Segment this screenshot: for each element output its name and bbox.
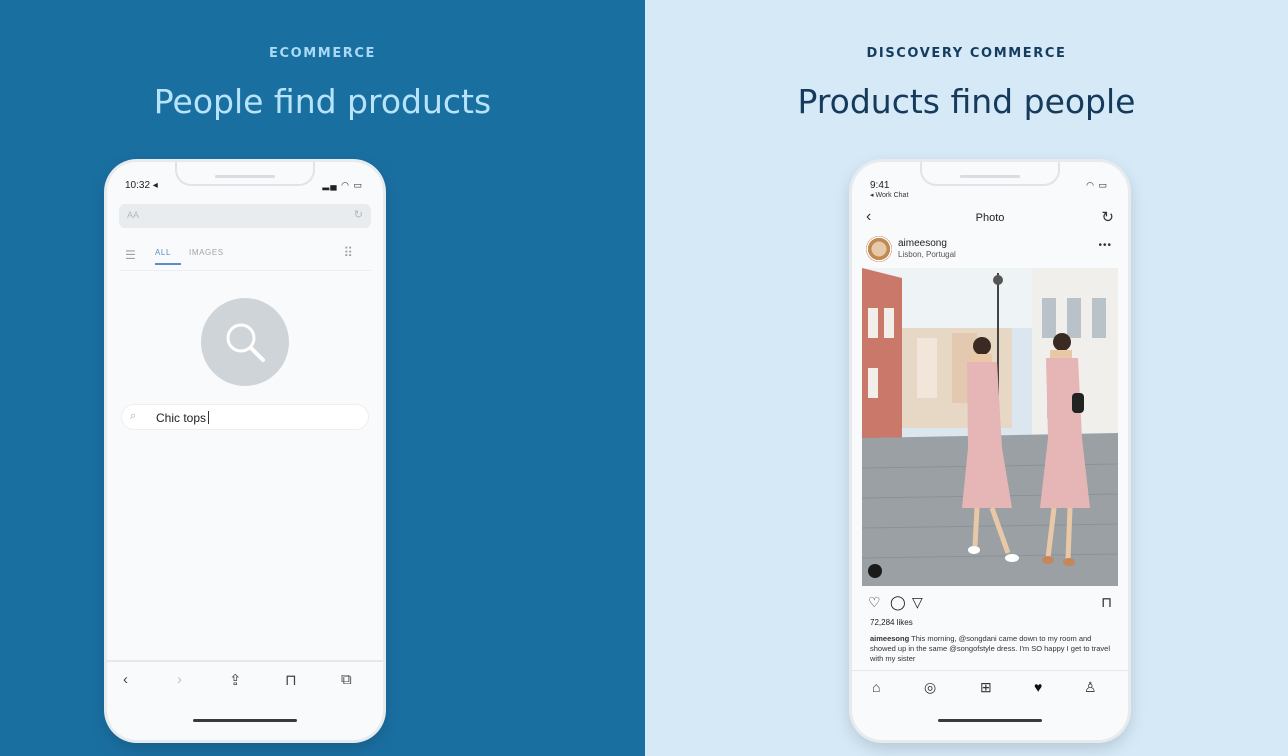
ecommerce-headline: People find products bbox=[153, 82, 492, 121]
caption-username[interactable]: aimeesong bbox=[870, 634, 909, 643]
post-location[interactable]: Lisbon, Portugal bbox=[898, 250, 956, 259]
tab-images[interactable]: IMAGES bbox=[189, 248, 224, 257]
share-icon[interactable]: ⇪ bbox=[229, 671, 242, 689]
shopping-tag-icon[interactable] bbox=[868, 564, 882, 578]
apps-grid-icon[interactable]: ⠿ bbox=[343, 245, 353, 261]
heart-icon[interactable]: ♡ bbox=[868, 594, 881, 611]
more-options-icon[interactable]: ••• bbox=[1098, 240, 1112, 251]
refresh-icon[interactable]: ↻ bbox=[1101, 208, 1114, 226]
activity-heart-icon[interactable]: ♥ bbox=[1034, 679, 1042, 695]
post-header: aimeesong Lisbon, Portugal ••• bbox=[862, 234, 1118, 266]
search-logo bbox=[201, 298, 289, 386]
phone-speaker bbox=[215, 175, 275, 178]
search-icon bbox=[226, 323, 265, 362]
post-nav-bar: ‹ Photo ↻ bbox=[852, 204, 1128, 232]
street-photo-illustration bbox=[862, 268, 1118, 586]
bookmark-icon[interactable]: ⊓ bbox=[1101, 594, 1112, 611]
url-bar[interactable]: AA ↻ bbox=[119, 204, 371, 228]
browser-toolbar: ‹ › ⇪ ⊓ ⧉ bbox=[107, 660, 383, 700]
forward-icon[interactable]: › bbox=[177, 671, 182, 688]
home-icon[interactable]: ⌂ bbox=[872, 679, 880, 695]
phone-speaker bbox=[960, 175, 1020, 178]
phone-notch bbox=[175, 162, 315, 186]
ecommerce-panel: ECOMMERCE People find products 10:32 ◂ ▂… bbox=[0, 0, 645, 756]
discovery-headline: Products find people bbox=[797, 82, 1136, 121]
profile-icon[interactable]: ♙ bbox=[1084, 679, 1097, 696]
tabs-icon[interactable]: ⧉ bbox=[341, 671, 352, 688]
post-photo[interactable] bbox=[862, 268, 1118, 586]
reader-aa[interactable]: AA bbox=[127, 210, 139, 220]
page-title: Photo bbox=[975, 212, 1005, 224]
back-to-app-link[interactable]: ◂ Work Chat bbox=[870, 191, 908, 199]
search-phone-mockup: 10:32 ◂ ▂▄ ◠ ▭ AA ↻ ☰ ALL IMAGES ⠿ ⌕ Chi… bbox=[107, 162, 383, 740]
status-icons: ◠ ▭ bbox=[1086, 180, 1108, 190]
reels-icon[interactable]: ◎ bbox=[924, 679, 936, 696]
avatar[interactable] bbox=[866, 236, 892, 262]
likes-count[interactable]: 72,284 likes bbox=[870, 618, 913, 627]
send-icon[interactable]: ▽ bbox=[912, 594, 923, 611]
menu-icon[interactable]: ☰ bbox=[125, 248, 136, 262]
home-indicator bbox=[938, 719, 1042, 722]
comment-icon[interactable]: ◯ bbox=[890, 594, 906, 611]
search-field-icon: ⌕ bbox=[130, 410, 137, 422]
status-time: 10:32 ◂ bbox=[125, 180, 158, 191]
search-query[interactable]: Chic tops bbox=[156, 411, 210, 425]
search-tabs: ☰ ALL IMAGES ⠿ bbox=[119, 242, 371, 272]
status-time: 9:41 bbox=[870, 180, 890, 191]
instagram-phone-mockup: 9:41 ◠ ▭ ◂ Work Chat ‹ Photo ↻ aimeesong… bbox=[852, 162, 1128, 740]
post-caption: aimeesong This morning, @songdani came d… bbox=[870, 634, 1112, 664]
add-post-icon[interactable]: ⊞ bbox=[980, 679, 992, 696]
search-input[interactable]: ⌕ Chic tops bbox=[121, 404, 369, 430]
status-icons: ▂▄ ◠ ▭ bbox=[322, 180, 363, 190]
discovery-commerce-panel: DISCOVERY COMMERCE Products find people … bbox=[645, 0, 1288, 756]
instagram-tab-bar: ⌂ ◎ ⊞ ♥ ♙ bbox=[852, 670, 1128, 702]
bookmarks-icon[interactable]: ⊓ bbox=[285, 671, 297, 689]
discovery-eyebrow: DISCOVERY COMMERCE bbox=[866, 46, 1067, 61]
post-actions: ♡ ◯ ▽ ⊓ bbox=[868, 594, 1112, 614]
phone-notch bbox=[920, 162, 1060, 186]
tab-all[interactable]: ALL bbox=[155, 248, 181, 265]
text-caret bbox=[208, 411, 210, 424]
ecommerce-eyebrow: ECOMMERCE bbox=[268, 46, 377, 61]
post-username[interactable]: aimeesong bbox=[898, 238, 947, 249]
home-indicator bbox=[193, 719, 297, 722]
back-icon[interactable]: ‹ bbox=[123, 671, 128, 688]
reload-icon[interactable]: ↻ bbox=[354, 208, 363, 221]
divider bbox=[119, 270, 371, 271]
